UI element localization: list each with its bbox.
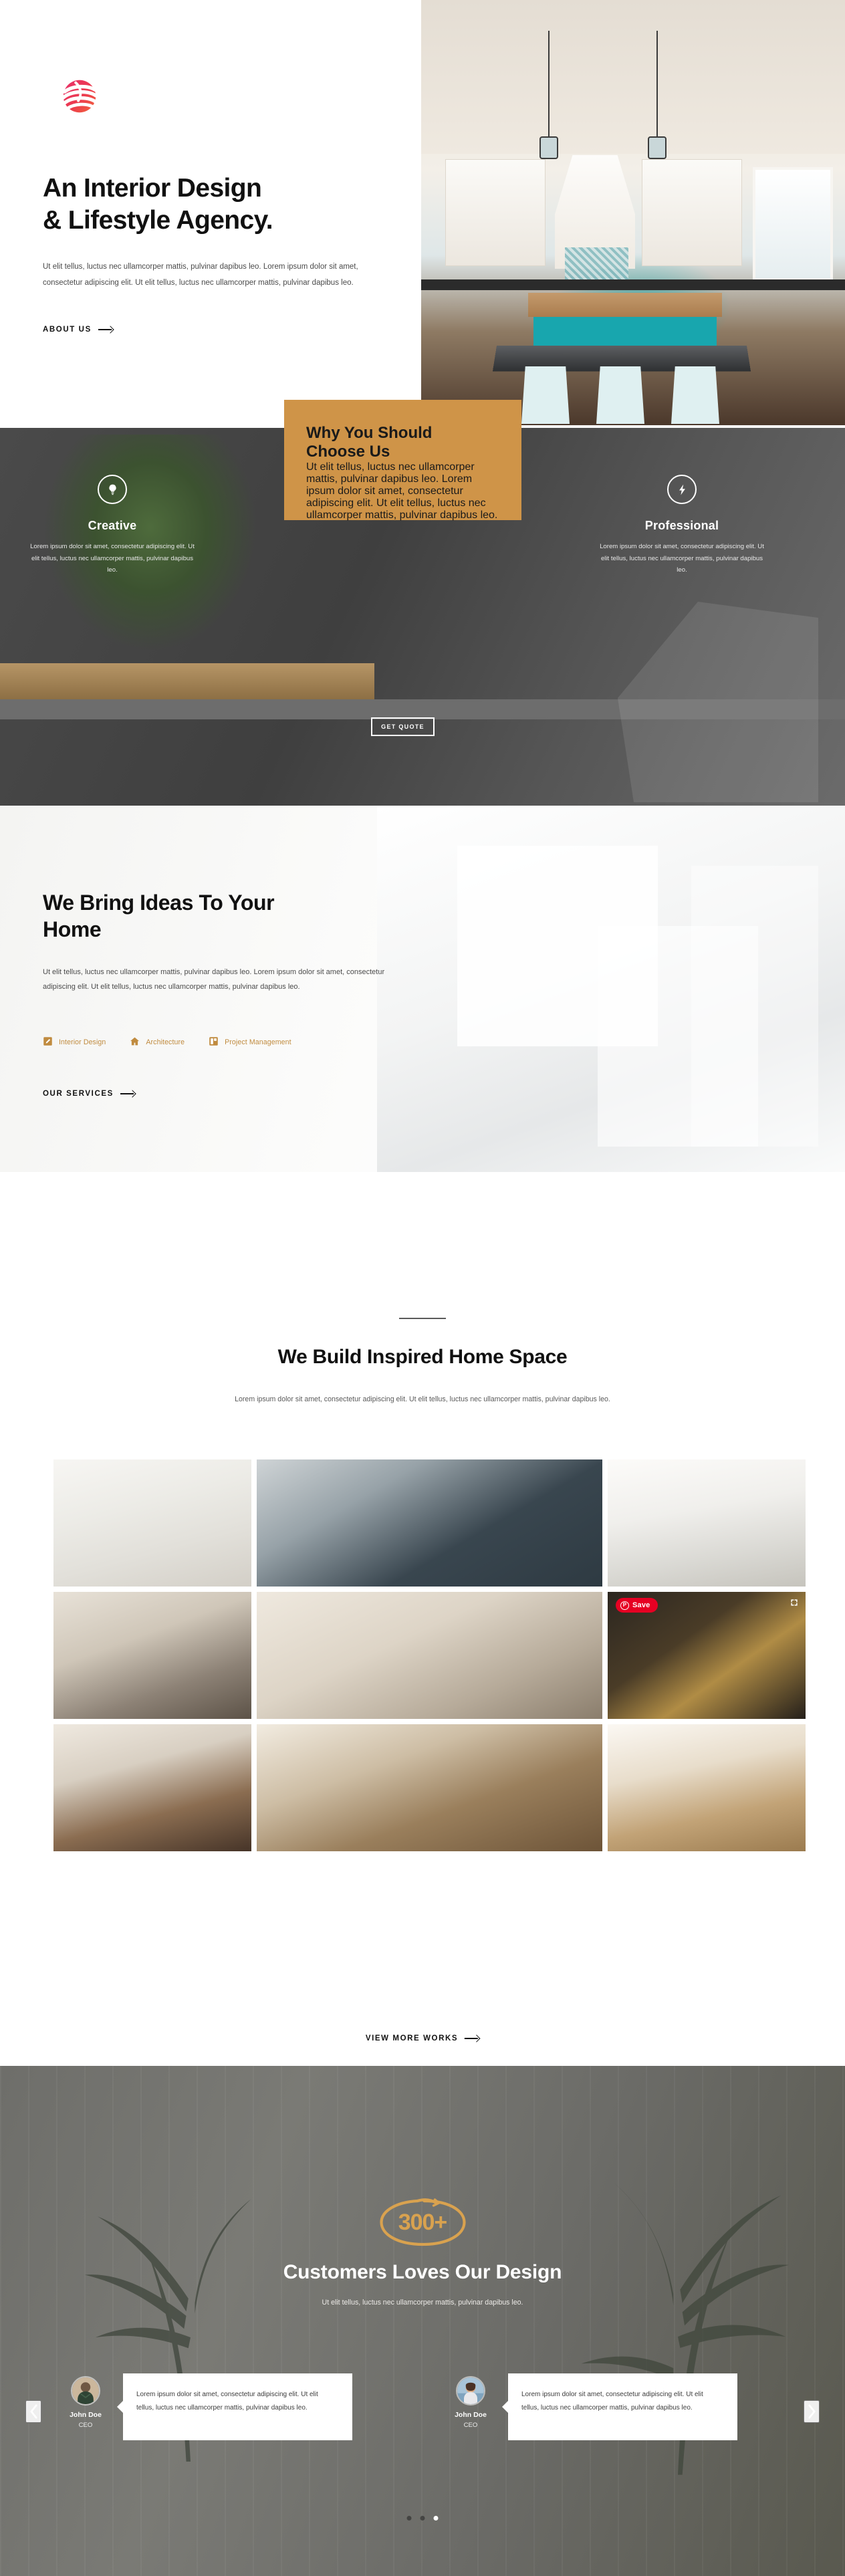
gallery-item[interactable]: [257, 1724, 602, 1851]
testimonial-name: John Doe: [70, 2411, 102, 2419]
gallery-item[interactable]: [53, 1459, 251, 1587]
choose-heading-line1: Why You Should: [306, 424, 433, 442]
ideas-tag-list: Interior Design Architecture Project Man…: [43, 1036, 291, 1048]
gallery-item[interactable]: P Save: [608, 1592, 806, 1719]
feature-text: Lorem ipsum dolor sit amet, consectetur …: [30, 543, 195, 574]
feature-card-creative: Creative Lorem ipsum dolor sit amet, con…: [12, 475, 213, 576]
carousel-dot-active[interactable]: [433, 2516, 439, 2521]
gallery-item[interactable]: [257, 1592, 602, 1719]
testimonials-title: Customers Loves Our Design: [283, 2261, 562, 2283]
get-quote-button[interactable]: GET QUOTE: [371, 717, 435, 736]
tag-label: Interior Design: [59, 1038, 106, 1046]
works-title: We Build Inspired Home Space: [277, 1346, 568, 1368]
count-value: 300+: [398, 2209, 448, 2235]
tag-label: Architecture: [146, 1038, 185, 1046]
page-title: An Interior Design & Lifestyle Agency.: [43, 172, 404, 236]
works-gallery-grid: P Save: [53, 1459, 806, 1851]
view-more-label: VIEW MORE WORKS: [365, 2034, 459, 2042]
avatar: [456, 2376, 485, 2406]
feature-title: Creative: [88, 519, 137, 532]
gallery-item[interactable]: [608, 1724, 806, 1851]
customer-count-badge: 300+: [378, 2196, 468, 2248]
works-section: We Build Inspired Home Space Lorem ipsum…: [0, 1172, 845, 2066]
pinterest-save-button[interactable]: P Save: [616, 1598, 658, 1613]
testimonial-name: John Doe: [455, 2411, 487, 2419]
testimonial-bubble: Lorem ipsum dolor sit amet, consectetur …: [502, 2373, 737, 2440]
testimonials-subtitle: Ut elit tellus, luctus nec ullamcorper m…: [322, 2299, 523, 2307]
testimonial-role: CEO: [78, 2422, 93, 2429]
our-services-label: OUR SERVICES: [43, 1090, 114, 1098]
feature-title: Professional: [644, 519, 719, 532]
pinterest-icon: P: [620, 1601, 629, 1610]
gallery-item[interactable]: [608, 1459, 806, 1587]
ideas-title-line2: Home: [43, 917, 102, 941]
carousel-pagination: [406, 2516, 439, 2521]
avatar: [71, 2376, 100, 2406]
testimonial-bubble: Lorem ipsum dolor sit amet, consectetur …: [117, 2373, 352, 2440]
expand-icon[interactable]: [790, 1598, 799, 1607]
gallery-item[interactable]: [53, 1724, 251, 1851]
sphere-globe-logo[interactable]: [59, 75, 100, 116]
testimonials-section: 300+ Customers Loves Our Design Ut elit …: [0, 2066, 845, 2576]
testimonial-card: John Doe CEO Lorem ipsum dolor sit amet,…: [48, 2373, 352, 2440]
arrow-right-icon: [465, 2035, 479, 2042]
about-us-button[interactable]: ABOUT US: [43, 326, 113, 334]
home-icon: [130, 1036, 140, 1048]
testimonial-card: John Doe CEO Lorem ipsum dolor sit amet,…: [433, 2373, 737, 2440]
ideas-title: We Bring Ideas To Your Home: [43, 889, 404, 943]
carousel-prev-button[interactable]: [25, 2400, 41, 2423]
tag-project-management[interactable]: Project Management: [209, 1036, 291, 1048]
testimonial-quote: Lorem ipsum dolor sit amet, consectetur …: [136, 2391, 318, 2412]
tag-interior-design[interactable]: Interior Design: [43, 1036, 106, 1048]
section-divider: [399, 1318, 446, 1319]
ideas-title-line1: We Bring Ideas To Your: [43, 891, 275, 915]
ideas-background-image: [377, 806, 845, 1172]
tag-architecture[interactable]: Architecture: [130, 1036, 185, 1048]
ideas-section: We Bring Ideas To Your Home Ut elit tell…: [0, 806, 845, 1172]
tag-label: Project Management: [225, 1038, 291, 1046]
hero-paragraph: Ut elit tellus, luctus nec ullamcorper m…: [43, 263, 358, 287]
arrow-right-icon: [98, 326, 113, 333]
layout-grid-icon: [209, 1036, 219, 1048]
view-more-works-button[interactable]: VIEW MORE WORKS: [366, 2034, 479, 2042]
lightning-bolt-icon: [667, 475, 697, 504]
hero-kitchen-image: [421, 0, 845, 425]
choose-us-heading: Why You Should Choose Us: [306, 424, 501, 461]
office-chair-silhouette: [618, 602, 818, 802]
choose-us-paragraph: Ut elit tellus, luctus nec ullamcorper m…: [306, 461, 498, 521]
feature-text: Lorem ipsum dolor sit amet, consectetur …: [600, 543, 764, 574]
choose-us-panel: Why You Should Choose Us Ut elit tellus,…: [284, 400, 521, 521]
hero-title-line2: & Lifestyle Agency.: [43, 205, 273, 235]
testimonial-role: CEO: [463, 2422, 478, 2429]
lightbulb-icon: [98, 475, 127, 504]
ideas-paragraph: Ut elit tellus, luctus nec ullamcorper m…: [43, 968, 385, 991]
our-services-button[interactable]: OUR SERVICES: [43, 1090, 135, 1098]
gallery-item[interactable]: [257, 1459, 602, 1587]
choose-heading-line2: Choose Us: [306, 443, 390, 461]
carousel-dot[interactable]: [420, 2516, 425, 2521]
feature-card-professional: Professional Lorem ipsum dolor sit amet,…: [582, 475, 782, 576]
hero-title-line1: An Interior Design: [43, 174, 262, 203]
gallery-item[interactable]: [53, 1592, 251, 1719]
save-label: Save: [632, 1601, 650, 1609]
carousel-dot[interactable]: [406, 2516, 412, 2521]
pencil-square-icon: [43, 1036, 53, 1048]
testimonial-quote: Lorem ipsum dolor sit amet, consectetur …: [521, 2391, 703, 2412]
hero-section: An Interior Design & Lifestyle Agency. U…: [0, 0, 845, 428]
arrow-right-icon: [120, 1090, 135, 1097]
about-us-label: ABOUT US: [43, 326, 92, 334]
carousel-next-button[interactable]: [804, 2400, 820, 2423]
works-subtitle: Lorem ipsum dolor sit amet, consectetur …: [235, 1395, 610, 1403]
